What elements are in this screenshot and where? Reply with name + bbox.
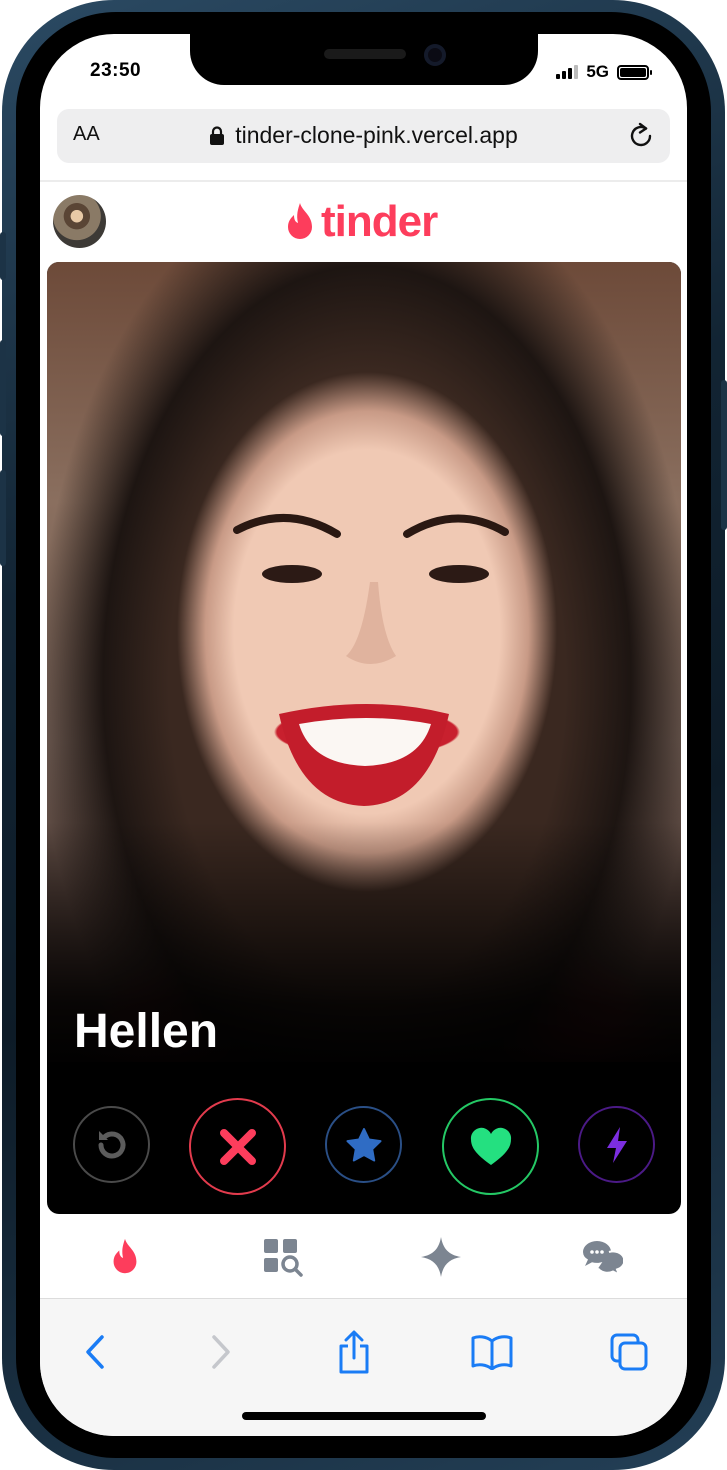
notch: [190, 34, 538, 85]
share-button[interactable]: [329, 1327, 379, 1377]
profile-name: Hellen: [74, 1005, 219, 1058]
nav-messages[interactable]: [576, 1232, 626, 1282]
boost-button[interactable]: [578, 1106, 655, 1183]
share-icon: [339, 1330, 369, 1374]
back-button[interactable]: [70, 1327, 120, 1377]
tabs-icon: [610, 1333, 648, 1371]
heart-icon: [470, 1127, 511, 1165]
signal-icon: [556, 65, 579, 79]
back-icon: [86, 1335, 104, 1369]
flame-icon: [113, 1238, 137, 1274]
bookmarks-icon: [471, 1335, 513, 1370]
flame-icon: [288, 203, 312, 239]
nope-button[interactable]: [189, 1098, 286, 1195]
like-button[interactable]: [442, 1098, 539, 1195]
logo-text: tinder: [321, 197, 438, 246]
network-label: 5G: [586, 62, 609, 81]
explore-icon: [264, 1239, 303, 1277]
bookmarks-button[interactable]: [467, 1327, 517, 1377]
nav-top-picks[interactable]: [416, 1232, 466, 1282]
lightning-icon: [606, 1126, 627, 1163]
status-time: 23:50: [90, 60, 142, 81]
header-divider: [40, 180, 687, 182]
home-indicator: [242, 1412, 486, 1420]
volume-down-button: [0, 470, 6, 566]
url-text: tinder-clone-pink.vercel.app: [235, 122, 518, 148]
volume-up-button: [0, 340, 6, 436]
nav-explore[interactable]: [258, 1232, 308, 1282]
star-icon: [346, 1127, 381, 1161]
forward-icon: [212, 1335, 230, 1369]
address-bar[interactable]: AA tinder-clone-pink.vercel.app: [57, 109, 670, 163]
battery-icon: [617, 64, 652, 80]
x-icon: [219, 1128, 256, 1165]
super-like-button[interactable]: [325, 1106, 402, 1183]
speaker: [324, 49, 406, 59]
mute-switch: [0, 232, 6, 280]
status-indicators: 5G: [556, 62, 652, 82]
tinder-logo[interactable]: tinder: [283, 197, 438, 247]
camera: [424, 44, 446, 66]
profile-card[interactable]: Hellen: [47, 262, 681, 1214]
sparkle-icon: [421, 1237, 461, 1277]
power-button: [721, 380, 727, 530]
forward-button[interactable]: [196, 1327, 246, 1377]
bottom-nav: [40, 1220, 687, 1298]
reload-icon[interactable]: [626, 121, 656, 151]
url-display[interactable]: tinder-clone-pink.vercel.app: [57, 122, 670, 149]
lock-icon: [210, 125, 225, 145]
chat-icon: [583, 1241, 623, 1276]
screen: 23:50 5G AA tinder-clone-pink.vercel.app: [40, 34, 687, 1436]
rewind-icon: [98, 1130, 125, 1158]
user-avatar[interactable]: [53, 195, 106, 248]
rewind-button[interactable]: [73, 1106, 150, 1183]
tabs-button[interactable]: [604, 1327, 654, 1377]
nav-home[interactable]: [100, 1232, 150, 1282]
